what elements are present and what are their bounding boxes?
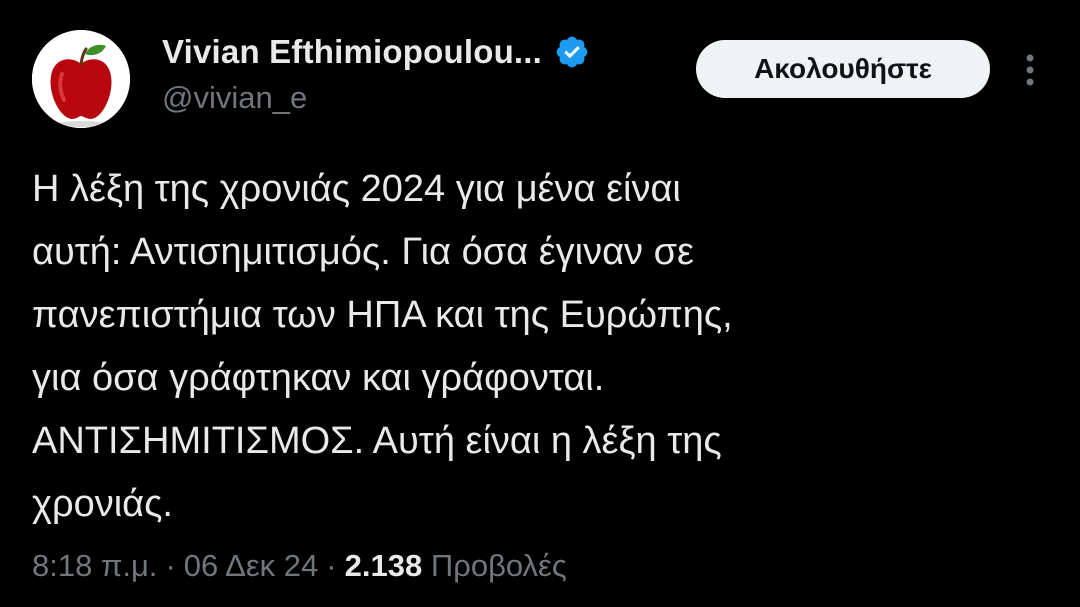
views-label: Προβολές bbox=[430, 548, 567, 583]
tweet-line: αυτή: Αντισημιτισμός. Για όσα έγιναν σε bbox=[32, 231, 694, 273]
red-apple-icon bbox=[32, 30, 130, 128]
tweet-time[interactable]: 8:18 π.μ. bbox=[32, 548, 157, 583]
more-options-icon[interactable] bbox=[1016, 50, 1044, 90]
author-display-name[interactable]: Vivian Efthimiopoulou... bbox=[162, 33, 542, 71]
follow-button[interactable]: Ακολουθήστε bbox=[696, 40, 990, 98]
tweet-line: Η λέξη της χρονιάς 2024 για μένα είναι bbox=[32, 168, 681, 210]
meta-separator: · bbox=[326, 548, 337, 583]
tweet-date[interactable]: 06 Δεκ 24 bbox=[184, 548, 319, 583]
views-count: 2.138 bbox=[344, 548, 423, 583]
tweet-line: πανεπιστήμια των ΗΠΑ και της Ευρώπης, bbox=[32, 294, 733, 336]
tweet-meta: 8:18 π.μ. · 06 Δεκ 24 · 2.138 Προβολές bbox=[32, 548, 567, 584]
tweet-line: ΑΝΤΙΣΗΜΙΤΙΣΜΟΣ. Αυτή είναι η λέξη της bbox=[32, 420, 722, 462]
author-block: Vivian Efthimiopoulou... @vivian_e bbox=[162, 30, 590, 116]
avatar[interactable] bbox=[32, 30, 130, 128]
author-handle[interactable]: @vivian_e bbox=[162, 80, 590, 116]
name-row: Vivian Efthimiopoulou... bbox=[162, 30, 590, 74]
tweet-line: χρονιάς. bbox=[32, 483, 173, 525]
verified-badge-icon[interactable] bbox=[554, 34, 590, 70]
tweet-text: Η λέξη της χρονιάς 2024 για μένα είναι α… bbox=[32, 158, 1042, 536]
meta-separator: · bbox=[165, 548, 176, 583]
tweet-line: για όσα γράφτηκαν και γράφονται. bbox=[32, 357, 605, 399]
